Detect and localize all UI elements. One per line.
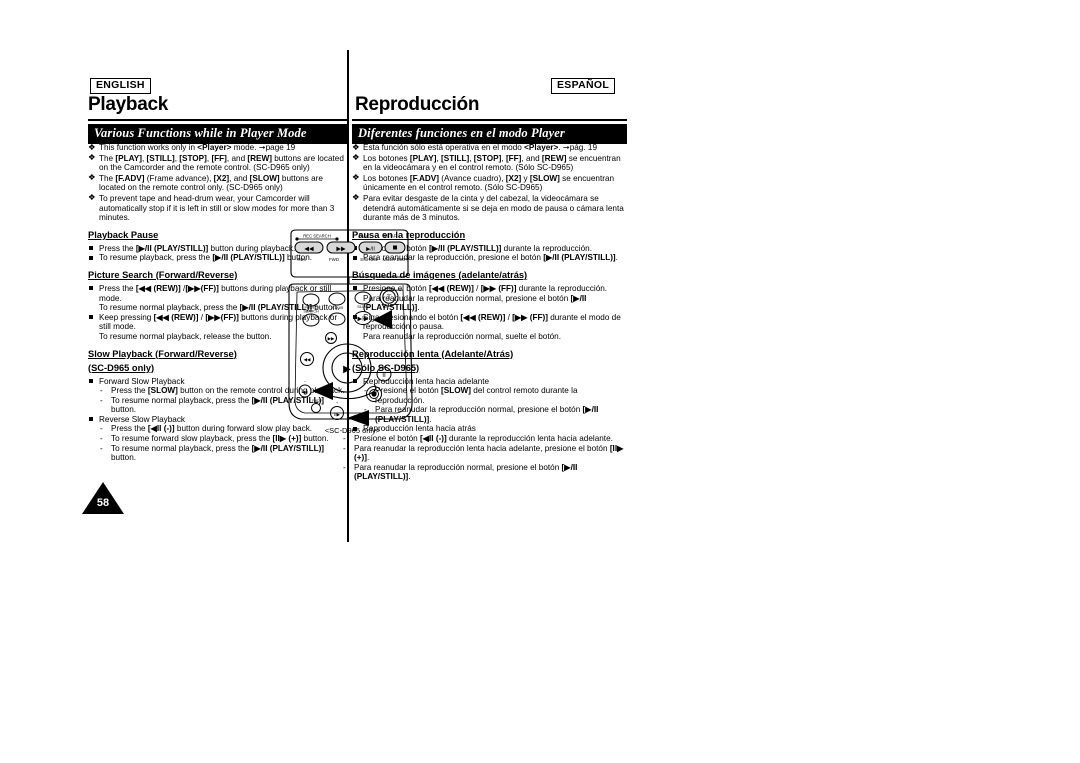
svg-text:REC SEARCH: REC SEARCH [303, 234, 330, 239]
diamond-bullet-icon: ❖ [352, 172, 360, 183]
diamond-bullet-icon: ❖ [352, 141, 360, 152]
title-rule-left [88, 119, 347, 122]
square-bullet-icon [89, 378, 93, 383]
svg-text:▶▶: ▶▶ [328, 336, 335, 341]
svg-text:F.ADV: F.ADV [312, 399, 322, 403]
list-item: ❖ The [F.ADV] (Frame advance), [X2], and… [88, 172, 323, 193]
svg-text:◀II: ◀II [302, 390, 308, 395]
svg-text:SLOW: SLOW [357, 304, 369, 309]
language-tag-spanish: ESPAÑOL [551, 78, 616, 94]
square-bullet-icon [89, 314, 93, 319]
svg-text:S.SHOW: S.SHOW [360, 257, 379, 262]
list-item: ❖ The [PLAY], [STILL], [STOP], [FF], and… [88, 152, 344, 173]
square-bullet-icon [89, 286, 93, 291]
illustration-caption: <SC-D965 only> [324, 426, 381, 435]
list-item: ❖ This function works only in <Player> m… [88, 141, 296, 152]
language-tag-english: ENGLISH [90, 78, 151, 94]
svg-text:▶▶: ▶▶ [336, 247, 346, 253]
dash-bullet-icon: - [100, 395, 103, 405]
dash-bullet-icon: - [100, 386, 103, 396]
svg-text:◀◀: ◀◀ [304, 247, 314, 253]
svg-text:▶: ▶ [343, 364, 351, 375]
svg-text:II▶: II▶ [334, 412, 341, 417]
page-title-english: Playback [88, 94, 168, 115]
svg-text:−: − [304, 380, 306, 384]
svg-text:+: + [336, 401, 338, 405]
svg-text:FADE: FADE [359, 234, 370, 239]
lenta-atras-steps: - Presione el botón [◀II (-)] durante la… [342, 434, 624, 482]
svg-text:T: T [387, 293, 392, 302]
svg-text:◀◀: ◀◀ [304, 357, 311, 362]
page-number: 58 [96, 497, 110, 509]
svg-text:▶I▶: ▶I▶ [358, 317, 369, 323]
diamond-bullet-icon: ❖ [352, 152, 360, 163]
list-item: ❖ Los botones [F.ADV] (Avance cuadro), [… [352, 172, 615, 193]
diamond-bullet-icon: ❖ [88, 172, 96, 183]
diamond-bullet-icon: ❖ [352, 192, 360, 203]
svg-text:▶/II: ▶/II [366, 247, 375, 253]
svg-text:II: II [382, 372, 386, 379]
square-bullet-icon [89, 417, 93, 422]
section-header-english: Various Functions while in Player Mode [88, 124, 347, 144]
square-bullet-icon [89, 255, 93, 260]
dash-bullet-icon: - [343, 462, 346, 472]
list-item: ❖ To prevent tape and head-drum wear, yo… [88, 192, 335, 223]
dash-bullet-icon: - [343, 434, 346, 444]
dash-bullet-icon: - [100, 434, 103, 444]
diamond-bullet-icon: ❖ [88, 141, 96, 152]
list-item: - Para reanudar la reproducción normal, … [343, 462, 578, 482]
manual-page: ENGLISH ESPAÑOL Playback Reproducción Va… [0, 0, 1080, 763]
dash-bullet-icon: - [100, 424, 103, 434]
list-item: - To resume forward slow playback, press… [100, 434, 329, 444]
group-label: Reverse Slow Playback [99, 414, 186, 424]
svg-text:X2: X2 [383, 305, 387, 309]
list-item: ❖ Para evitar desgaste de la cinta y del… [352, 192, 624, 223]
list-item: - To resume normal playback, press the [… [100, 443, 325, 463]
english-intro-list: ❖ This function works only in <Player> m… [88, 141, 346, 223]
svg-text:MF/AF: MF/AF [384, 234, 397, 239]
svg-text:REV: REV [297, 257, 306, 262]
section-header-spanish: Diferentes funciones en el modo Player [352, 124, 627, 144]
list-item: - Presione el botón [◀II (-)] durante la… [343, 434, 613, 444]
svg-text:A.DUB: A.DUB [331, 305, 343, 310]
list-item: ❖ Los botones [PLAY], [STILL], [STOP], [… [352, 152, 621, 173]
dash-bullet-icon: - [100, 443, 103, 453]
remote-control-illustration: REC SEARCH FADE MF/AF ◀◀ ▶▶ ▶/II REV FWD… [285, 228, 420, 433]
spanish-intro-list: ❖ Esta función sólo está operativa en el… [352, 141, 624, 223]
diamond-bullet-icon: ❖ [88, 152, 96, 163]
group-label: Forward Slow Playback [99, 376, 185, 386]
square-bullet-icon [89, 245, 93, 250]
title-rule-right [352, 119, 627, 122]
list-item: ❖ Esta función sólo está operativa en el… [352, 141, 598, 152]
svg-text:MULTI DISP.: MULTI DISP. [383, 257, 408, 262]
page-number-badge: 58 [82, 482, 124, 514]
diamond-bullet-icon: ❖ [88, 192, 96, 203]
page-title-spanish: Reproducción [355, 94, 480, 115]
svg-text:FWD: FWD [329, 257, 339, 262]
dash-bullet-icon: - [343, 443, 346, 453]
svg-text:SEARCH: SEARCH [303, 310, 319, 314]
list-item: - Para reanudar la reproducción lenta ha… [343, 443, 624, 463]
